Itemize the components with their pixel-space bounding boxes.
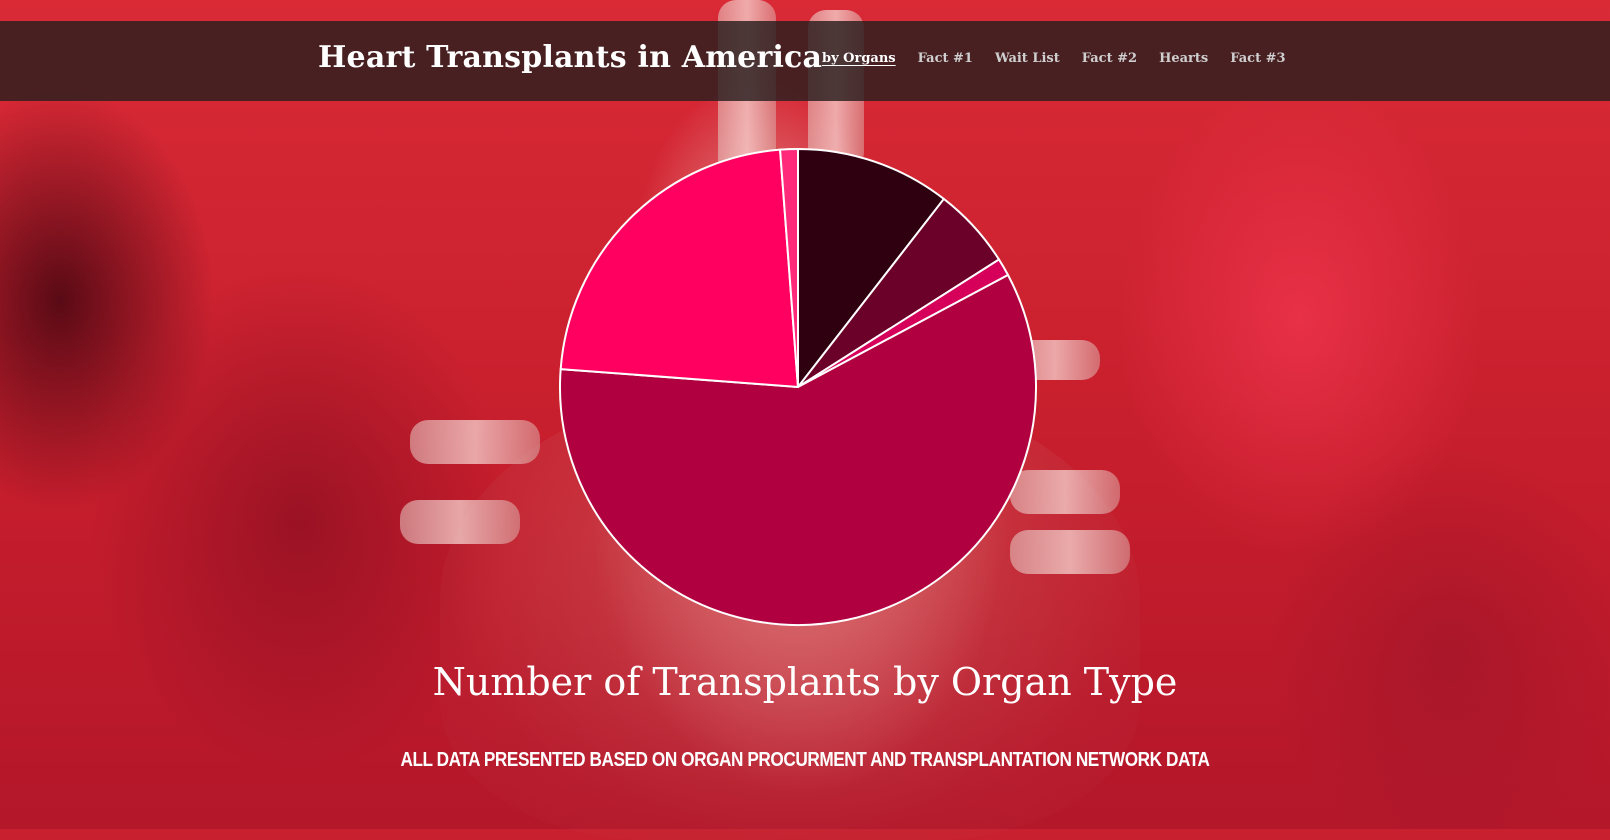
chart-title: Number of Transplants by Organ Type <box>432 660 1178 704</box>
nav-item-by-organs[interactable]: by Organs <box>822 51 896 66</box>
pie-chart <box>550 142 1046 628</box>
pie-slice-5[interactable] <box>559 148 799 388</box>
nav-item-fact-3[interactable]: Fact #3 <box>1230 51 1285 66</box>
heart-vessel <box>400 500 520 544</box>
chart-subtitle: ALL DATA PRESENTED BASED ON ORGAN PROCUR… <box>400 749 1210 771</box>
heart-vessel <box>410 420 540 464</box>
site-title[interactable]: Heart Transplants in America <box>318 40 822 75</box>
pie-chart-svg <box>559 148 1037 626</box>
main-nav: by Organs Fact #1 Wait List Fact #2 Hear… <box>822 51 1286 66</box>
nav-item-fact-2[interactable]: Fact #2 <box>1082 51 1137 66</box>
nav-item-hearts[interactable]: Hearts <box>1159 51 1208 66</box>
nav-item-wait-list[interactable]: Wait List <box>995 51 1060 66</box>
nav-item-fact-1[interactable]: Fact #1 <box>918 51 973 66</box>
